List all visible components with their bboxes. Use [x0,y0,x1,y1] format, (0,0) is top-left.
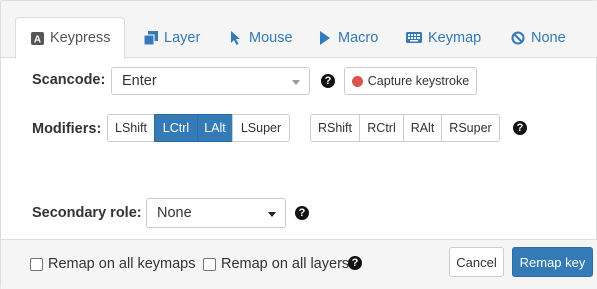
tab-none[interactable]: None [497,17,580,58]
modifiers-row: Modifiers: [32,121,101,137]
capture-keystroke-button[interactable]: Capture keystroke [344,67,477,95]
svg-text:A: A [33,34,40,45]
modifier-lsuper[interactable]: LSuper [232,114,290,142]
secondary-role-value: None [157,205,192,221]
chevron-down-icon [268,212,276,217]
right-modifier-group: RShift RCtrl RAlt RSuper [310,114,500,142]
layers-icon [144,30,158,45]
play-icon [318,30,332,45]
scancode-label: Scancode: [32,72,106,88]
remap-all-layers-checkbox[interactable]: Remap on all layers [203,256,349,272]
modifier-lctrl[interactable]: LCtrl [154,114,198,142]
remap-key-button[interactable]: Remap key [512,247,593,277]
chevron-down-icon [292,80,300,85]
modifier-lshift[interactable]: LShift [107,114,155,142]
secondary-role-label: Secondary role: [32,205,142,221]
tab-bar: A Keypress Layer Mouse Macro Keymap None [1,1,597,59]
remap-all-keymaps-checkbox[interactable]: Remap on all keymaps [30,256,196,272]
remap-popover: A Keypress Layer Mouse Macro Keymap None… [0,0,597,289]
remap-layers-help-icon[interactable]: ? [348,256,362,270]
modifiers-help-icon[interactable]: ? [513,121,527,135]
scancode-select[interactable]: Enter [111,67,310,95]
tab-keypress[interactable]: A Keypress [15,17,126,59]
mouse-pointer-icon [229,30,243,45]
checkbox-box[interactable] [203,257,216,271]
left-modifier-group: LShift LCtrl LAlt LSuper [107,114,290,142]
modifier-lalt[interactable]: LAlt [197,114,233,142]
modifier-rctrl[interactable]: RCtrl [359,114,404,142]
scancode-help-icon[interactable]: ? [321,74,335,88]
tab-layer[interactable]: Layer [130,17,214,58]
tab-label: Keymap [428,29,482,46]
secondary-role-help-icon[interactable]: ? [295,206,309,220]
secondary-role-row: Secondary role: [32,205,142,221]
tab-label: Macro [338,29,379,46]
tab-label: Mouse [249,29,293,46]
record-dot-icon [351,75,363,87]
modifier-ralt[interactable]: RAlt [403,114,442,142]
tab-label: None [531,29,566,46]
modifier-rshift[interactable]: RShift [310,114,360,142]
scancode-value: Enter [122,73,157,89]
scancode-row: Scancode: [32,72,105,88]
modifiers-label: Modifiers: [32,121,102,137]
tab-keymap[interactable]: Keymap [392,17,495,58]
tab-macro[interactable]: Macro [304,17,392,58]
tab-label: Layer [164,29,201,46]
cancel-button[interactable]: Cancel [449,247,504,277]
ban-icon [511,31,525,45]
tab-label: Keypress [50,30,111,46]
keyboard-icon [406,31,422,45]
modifier-rsuper[interactable]: RSuper [441,114,500,142]
tab-mouse[interactable]: Mouse [215,17,307,58]
keyboard-a-icon: A [30,31,44,45]
secondary-role-select[interactable]: None [146,198,286,228]
checkbox-box[interactable] [30,257,43,271]
